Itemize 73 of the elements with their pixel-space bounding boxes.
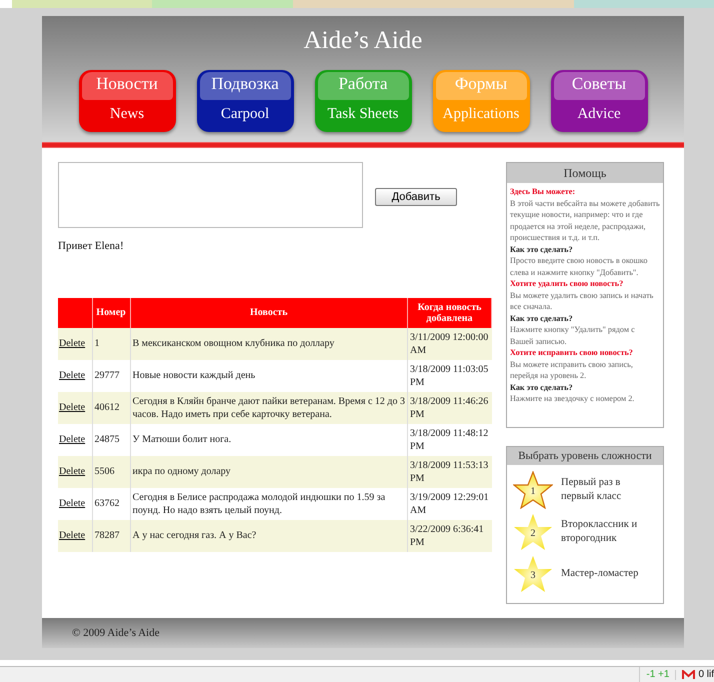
star-button[interactable]: 3 [513,555,553,593]
star-button[interactable]: 1 [513,471,553,509]
delete-link[interactable]: Delete [59,402,86,413]
table-cell: 3/18/2009 11:48:12 PM [408,424,492,456]
table-cell: Сегодня в Кляйн бранче дают пайки ветеранам. Время с 12 до 3 часов. Надо иметь при себе карточку ветерана. [130,392,408,424]
table-cell: 29777 [92,360,130,392]
site-title: Aide’s Aide [304,26,422,56]
nav-button[interactable]: Советы Advice [550,70,648,132]
star-button[interactable]: 2 [513,513,553,551]
news-input[interactable] [58,162,363,228]
table-cell: 3/18/2009 11:46:26 PM [408,392,492,424]
help-text: Нажмите на звездочку с номером 2. [510,393,636,404]
mail-icon [675,670,696,680]
delete-link[interactable]: Delete [59,466,86,477]
table-cell: 3/19/2009 12:29:01 AM [408,488,492,520]
level-label: Мастер-ломастер [561,567,640,581]
help-text: Здесь Вы можете: [510,186,576,198]
nav-label-ru: Подвозка [211,74,279,94]
table-cell: А у нас сегодня газ. А у Вас? [130,520,408,552]
table-cell: 78287 [92,520,130,552]
level-title: Выбрать уровень сложности [507,447,663,465]
help-text: Как это сделать? [510,312,574,324]
footer-text: © 2009 Aide’s Aide [72,626,160,641]
level-label: Первый раз в первый класс [561,476,622,504]
nav-label-en: News [110,105,144,123]
nav-label-en: Carpool [220,105,270,123]
help-text: Хотите исправить свою новость? [510,347,634,358]
delete-link[interactable]: Delete [59,370,86,381]
delete-link[interactable]: Delete [59,498,86,509]
table-cell: 3/22/2009 6:36:41 PM [408,520,492,552]
delete-link[interactable]: Delete [59,530,86,541]
help-text: В этой части вебсайта вы можете добавить текущие новости, например: что и где продается на этой неделе, распродажи, происшествия и т.д. и т.п. [510,198,660,244]
nav-label-ru: Новости [96,74,158,94]
nav-label-ru: Советы [572,74,626,94]
nav-button[interactable]: Новости News [78,70,176,132]
delete-link[interactable]: Delete [59,338,86,349]
table-cell: 5506 [92,456,130,488]
table-cell: 24875 [92,424,130,456]
delete-link[interactable]: Delete [59,434,86,445]
help-text: Хотите удалить свою новость? [510,278,624,290]
table-cell: 40612 [92,392,130,424]
table-cell: 3/18/2009 11:53:13 PM [408,456,492,488]
nav-label-ru: Работа [338,74,388,94]
help-text: Как это сделать? [510,244,574,255]
table-cell: В мексиканском овощном клубника по доллару [130,328,408,360]
table-cell: 63762 [92,488,130,520]
nav-label-en: Applications [442,105,520,123]
mail-count: 0 lif [697,668,714,682]
table-cell: икра по одному долару [130,456,408,488]
help-text: Вы можете удалить свою запись и начать все сначала. [510,290,654,312]
table-cell: 3/18/2009 11:03:05 PM [408,360,492,392]
table-cell: Сегодня в Белисе распродажа молодой индюшки по 1.59 за поунд. Но надо взять целый поунд. [130,488,408,520]
table-cell: 1 [92,328,130,360]
help-text: Нажмите кнопку "Удалить" рядом с Вашей записью. [510,324,636,347]
nav-label-ru: Формы [454,74,508,94]
browser-tab[interactable] [574,0,714,8]
level-label: Второклассник и второгодник [561,518,638,546]
browser-tab[interactable] [292,0,574,8]
add-button[interactable]: Добавить [375,188,457,206]
help-text: Просто введите свою новость в окошко слева и нажмите кнопку "Добавить". [510,255,648,278]
help-text: Как это сделать? [510,382,574,393]
nav-button[interactable]: Подвозка Carpool [196,70,294,132]
help-title: Помощь [507,163,663,183]
table-cell: У Матюши болит нога. [130,424,408,456]
nav-label-en: Task Sheets [327,105,399,123]
help-text: Вы можете исправить свою запись, перейдя на уровень 2. [510,358,634,382]
greeting-text: Привет Elena! [58,239,125,254]
browser-tab[interactable] [12,0,152,8]
browser-tab[interactable] [152,0,293,8]
counter-text: -1 +1 [639,667,676,682]
nav-label-en: Advice [577,105,621,123]
table-cell: Новые новости каждый день [130,360,408,392]
table-cell: 3/11/2009 12:00:00 AM [408,328,492,360]
